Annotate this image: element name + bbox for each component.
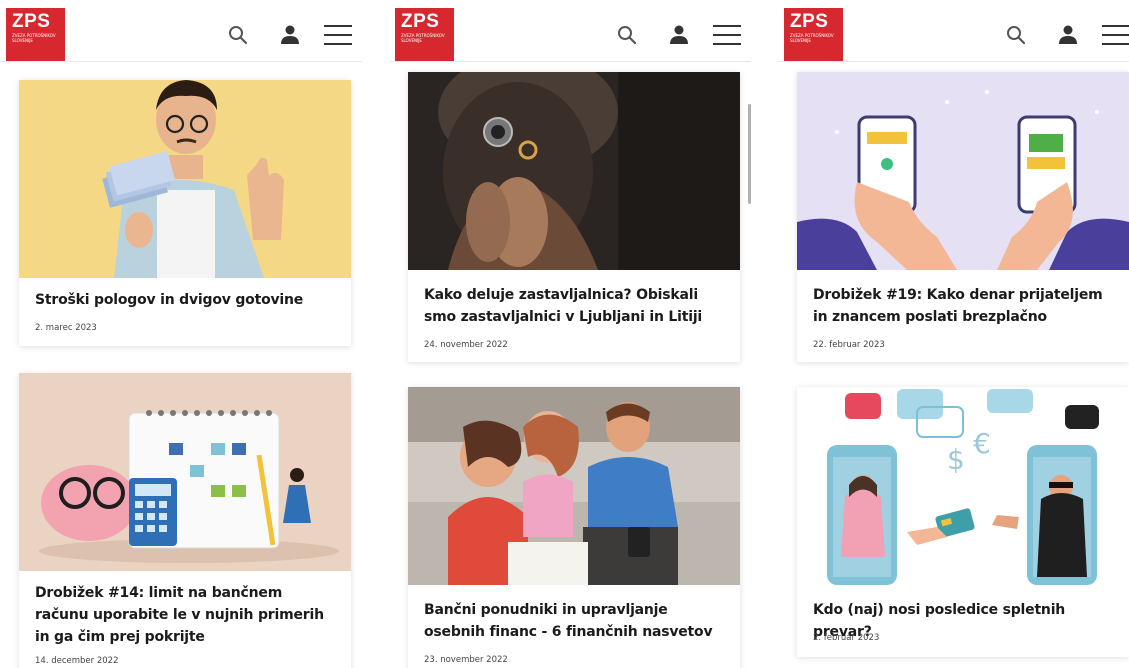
article-image[interactable] — [408, 387, 740, 585]
article-card[interactable]: Bančni ponudniki in upravljanje osebnih … — [408, 387, 740, 668]
svg-text:$: $ — [947, 443, 965, 476]
article-card[interactable]: Drobižek #14: limit na bančnem računu up… — [19, 373, 351, 668]
phone-screen-2: ZPS ZVEZA POTROŠNIKOV SLOVENIJE Kako del… — [389, 0, 751, 668]
user-icon[interactable] — [1057, 24, 1079, 46]
article-image[interactable] — [797, 72, 1129, 270]
menu-icon[interactable] — [1101, 24, 1129, 46]
article-date: 2. februar 2023 — [813, 633, 880, 643]
phone-screen-3: ZPS ZVEZA POTROŠNIKOV SLOVENIJE Drobižek… — [778, 0, 1129, 668]
logo-subtitle: ZVEZA POTROŠNIKOV SLOVENIJE — [401, 33, 445, 43]
article-date: 22. februar 2023 — [813, 340, 885, 350]
article-image[interactable] — [19, 80, 351, 278]
scrollbar[interactable] — [748, 104, 751, 204]
zps-logo[interactable]: ZPS ZVEZA POTROŠNIKOV SLOVENIJE — [784, 8, 843, 61]
svg-text:€: € — [973, 427, 991, 460]
logo-text: ZPS — [12, 11, 51, 32]
article-title[interactable]: Drobižek #14: limit na bančnem računu up… — [35, 582, 340, 648]
article-date: 14. december 2022 — [35, 656, 119, 666]
search-icon[interactable] — [1005, 24, 1027, 46]
site-header: ZPS ZVEZA POTROŠNIKOV SLOVENIJE — [0, 0, 362, 62]
logo-text: ZPS — [401, 11, 440, 32]
article-title[interactable]: Drobižek #19: Kako denar prijateljem in … — [813, 284, 1118, 328]
logo-subtitle: ZVEZA POTROŠNIKOV SLOVENIJE — [790, 33, 834, 43]
user-icon[interactable] — [279, 24, 301, 46]
phone-screen-1: ZPS ZVEZA POTROŠNIKOV SLOVENIJE Stroški … — [0, 0, 362, 668]
screens: ZPS ZVEZA POTROŠNIKOV SLOVENIJE Stroški … — [0, 0, 1129, 668]
menu-icon[interactable] — [712, 24, 742, 46]
logo-text: ZPS — [790, 11, 829, 32]
article-image[interactable] — [19, 373, 351, 571]
article-image[interactable]: $ € — [797, 387, 1129, 585]
article-title[interactable]: Bančni ponudniki in upravljanje osebnih … — [424, 599, 729, 643]
article-card[interactable]: Drobižek #19: Kako denar prijateljem in … — [797, 72, 1129, 362]
article-date: 2. marec 2023 — [35, 323, 97, 333]
menu-icon[interactable] — [323, 24, 353, 46]
site-header: ZPS ZVEZA POTROŠNIKOV SLOVENIJE — [778, 0, 1129, 62]
search-icon[interactable] — [227, 24, 249, 46]
user-icon[interactable] — [668, 24, 690, 46]
article-title[interactable]: Stroški pologov in dvigov gotovine — [35, 289, 340, 311]
site-header: ZPS ZVEZA POTROŠNIKOV SLOVENIJE — [389, 0, 751, 62]
article-title[interactable]: Kako deluje zastavljalnica? Obiskali smo… — [424, 284, 729, 328]
article-date: 23. november 2022 — [424, 655, 508, 665]
search-icon[interactable] — [616, 24, 638, 46]
article-card[interactable]: Kako deluje zastavljalnica? Obiskali smo… — [408, 72, 740, 362]
article-date: 24. november 2022 — [424, 340, 508, 350]
article-card[interactable]: $ € Kdo (naj) nosi posledice spletnih pr… — [797, 387, 1129, 657]
article-card[interactable]: Stroški pologov in dvigov gotovine 2. ma… — [19, 80, 351, 346]
logo-subtitle: ZVEZA POTROŠNIKOV SLOVENIJE — [12, 33, 56, 43]
article-image[interactable] — [408, 72, 740, 270]
zps-logo[interactable]: ZPS ZVEZA POTROŠNIKOV SLOVENIJE — [6, 8, 65, 61]
zps-logo[interactable]: ZPS ZVEZA POTROŠNIKOV SLOVENIJE — [395, 8, 454, 61]
